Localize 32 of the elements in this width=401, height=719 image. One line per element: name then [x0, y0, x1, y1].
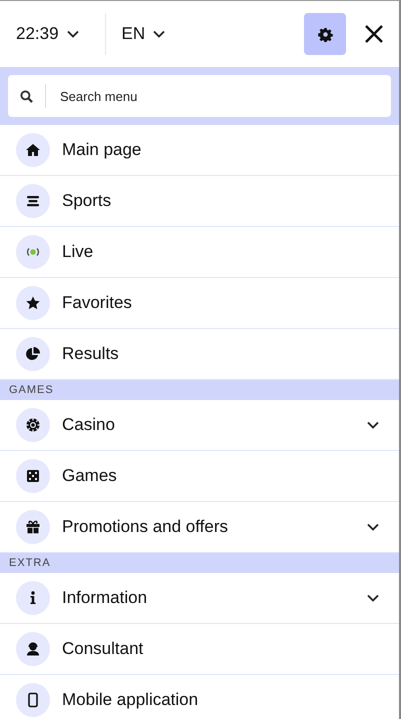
language-selector[interactable]: EN: [122, 24, 170, 44]
star-icon: [25, 295, 41, 311]
chevron-down-icon: [367, 594, 379, 602]
search-field[interactable]: Search menu: [8, 75, 391, 117]
settings-icon: [318, 26, 332, 42]
search-icon: [20, 90, 33, 102]
pie-icon: [25, 346, 41, 362]
home-icon: [25, 142, 41, 158]
dice-icon: [25, 468, 41, 484]
consultant-icon: [25, 641, 41, 657]
chevron-down-icon: [153, 30, 166, 38]
menu-item[interactable]: Live: [0, 227, 399, 278]
chevron-down-icon: [66, 30, 79, 38]
menu-item[interactable]: Consultant: [0, 624, 399, 675]
chevron-down-icon: [367, 523, 379, 531]
menu-item[interactable]: Favorites: [0, 278, 399, 329]
menu-item[interactable]: Sports: [0, 176, 399, 227]
menu-item[interactable]: Mobile application: [0, 675, 399, 719]
chip-icon: [25, 417, 41, 433]
settings-button[interactable]: [304, 13, 346, 55]
time-selector[interactable]: 22:39: [16, 24, 83, 44]
chevron-down-icon: [367, 421, 379, 429]
section-header: GAMES: [0, 380, 399, 400]
menu-item[interactable]: Information: [0, 573, 399, 624]
section-header: EXTRA: [0, 553, 399, 573]
phone-icon: [25, 692, 41, 708]
menu-item[interactable]: Games: [0, 451, 399, 502]
menu-item[interactable]: Casino: [0, 400, 399, 451]
gift-icon: [25, 519, 41, 535]
close-button[interactable]: [365, 25, 383, 43]
menu-item[interactable]: Main page: [0, 125, 399, 176]
close-icon: [365, 25, 383, 43]
